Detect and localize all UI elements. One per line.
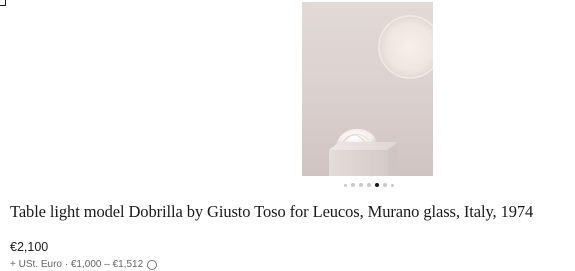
- carousel-dot[interactable]: [344, 183, 347, 187]
- carousel-dot[interactable]: [359, 183, 363, 187]
- product-title[interactable]: Table light model Dobrilla by Giusto Tos…: [10, 201, 570, 223]
- info-circle-icon[interactable]: [147, 260, 158, 270]
- lamp-photo: [329, 15, 433, 176]
- pedestal-front: [329, 150, 388, 176]
- carousel-dot-active[interactable]: [375, 183, 379, 187]
- carousel-dots: [337, 181, 401, 189]
- carousel-dot[interactable]: [391, 183, 394, 187]
- carousel-dot[interactable]: [367, 183, 371, 187]
- carousel-dot[interactable]: [351, 183, 355, 187]
- product-price: €2,100: [10, 240, 49, 254]
- pedestal-top: [329, 142, 398, 150]
- secondary-price-line: + USt. Euro · €1,000 – €1,512: [10, 259, 158, 271]
- secondary-price-text: + USt. Euro · €1,000 – €1,512: [10, 259, 144, 270]
- carousel-dot[interactable]: [383, 183, 387, 187]
- corner-marker: [0, 0, 6, 6]
- product-image[interactable]: [302, 2, 433, 176]
